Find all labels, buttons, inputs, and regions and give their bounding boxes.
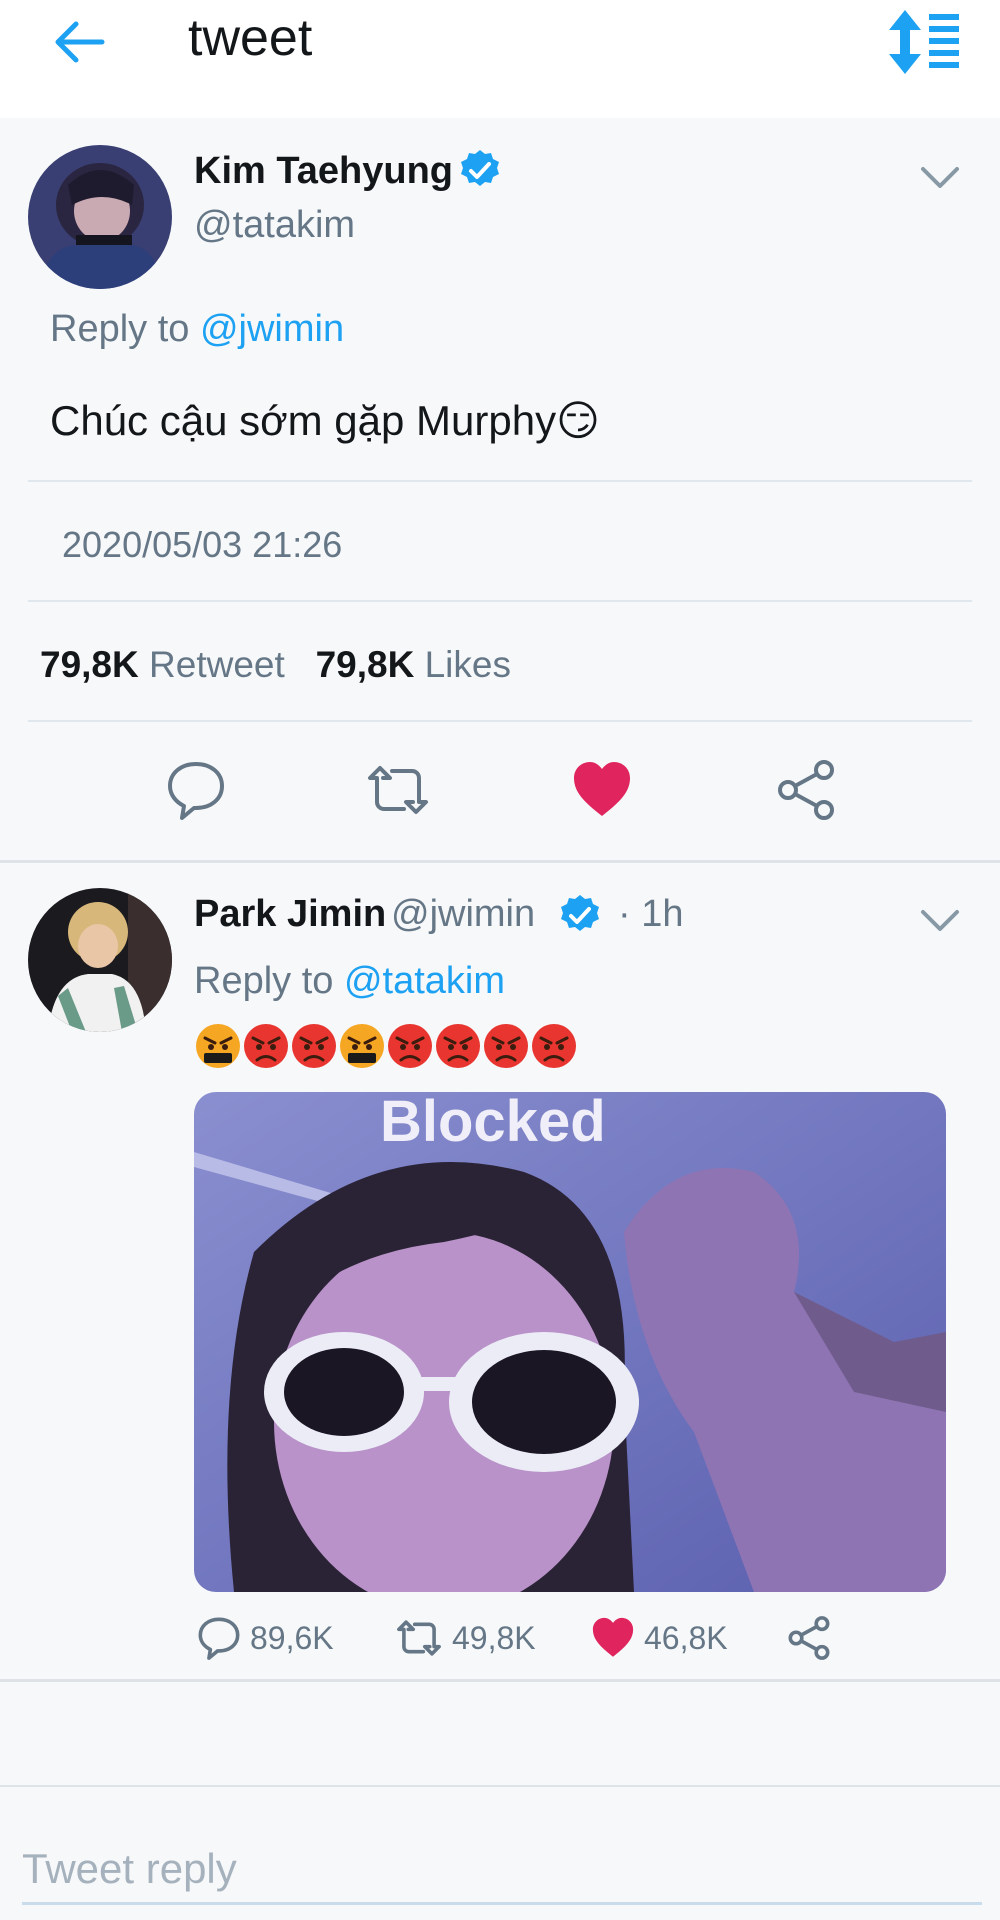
share-action[interactable] xyxy=(786,1610,832,1666)
reply-icon xyxy=(198,1617,240,1660)
face-with-symbols-emoji xyxy=(196,1024,240,1068)
angry-face-emoji xyxy=(292,1024,336,1068)
top-bar: tweet xyxy=(0,0,1000,118)
tweet-time: · 1h xyxy=(618,893,684,935)
reply-to-prefix: Reply to xyxy=(50,308,200,350)
avatar[interactable] xyxy=(28,888,172,1032)
reply-count: 89,6K xyxy=(250,1619,334,1656)
angry-face-emoji xyxy=(436,1024,480,1068)
tweet-timestamp: 2020/05/03 21:26 xyxy=(62,524,343,565)
retweet-count: 49,8K xyxy=(452,1619,536,1656)
like-heart-icon[interactable] xyxy=(570,758,634,822)
angry-face-emoji xyxy=(244,1024,288,1068)
divider xyxy=(28,480,972,482)
verified-badge-icon xyxy=(457,148,503,194)
reply-action[interactable]: 89,6K xyxy=(196,1610,334,1666)
back-arrow-icon[interactable] xyxy=(50,12,110,72)
divider xyxy=(28,720,972,722)
sort-thread-icon[interactable] xyxy=(885,8,961,76)
share-icon xyxy=(788,1616,830,1660)
page-title: tweet xyxy=(188,9,313,67)
face-with-symbols-emoji xyxy=(340,1024,384,1068)
retweet-count[interactable]: 79,8K xyxy=(40,644,139,685)
reply-to-link[interactable]: @jwimin xyxy=(200,308,344,350)
author-name[interactable]: Park Jimin xyxy=(194,893,386,936)
tweet-media-image[interactable] xyxy=(194,1092,946,1592)
angry-face-emoji xyxy=(532,1024,576,1068)
author-handle[interactable]: @jwimin xyxy=(391,893,535,936)
tweet-stats: 79,8K Retweet 79,8K Likes xyxy=(40,644,511,686)
reply-to-link[interactable]: @tatakim xyxy=(344,960,505,1002)
emoji-row xyxy=(194,1022,578,1070)
retweet-icon xyxy=(397,1620,441,1656)
tweet-text: Chúc cậu sớm gặp Murphy😏 xyxy=(50,397,600,444)
likes-label[interactable]: Likes xyxy=(425,644,511,685)
verified-badge-icon xyxy=(557,893,603,939)
like-count: 46,8K xyxy=(644,1619,728,1656)
divider xyxy=(28,600,972,602)
tweet-reply-input[interactable] xyxy=(22,1835,982,1905)
likes-count[interactable]: 79,8K xyxy=(316,644,415,685)
reply-icon[interactable] xyxy=(164,758,228,822)
reply-to-prefix: Reply to xyxy=(194,960,344,1002)
retweet-icon[interactable] xyxy=(366,758,430,822)
like-action[interactable]: 46,8K xyxy=(590,1610,728,1666)
angry-face-emoji xyxy=(484,1024,528,1068)
reply-to-line: Reply to @jwimin xyxy=(50,308,344,351)
author-name[interactable]: Kim Taehyung xyxy=(194,150,453,193)
angry-face-emoji xyxy=(388,1024,432,1068)
chevron-down-icon[interactable] xyxy=(920,906,960,936)
chevron-down-icon[interactable] xyxy=(920,163,960,193)
media-caption: Blocked xyxy=(380,1089,606,1154)
reply-to-line: Reply to @tatakim xyxy=(194,960,505,1003)
like-heart-icon xyxy=(592,1617,634,1657)
author-handle[interactable]: @tatakim xyxy=(194,204,355,247)
avatar[interactable] xyxy=(28,145,172,289)
share-icon[interactable] xyxy=(774,758,838,822)
retweet-action[interactable]: 49,8K xyxy=(394,1610,536,1666)
retweet-label[interactable]: Retweet xyxy=(149,644,285,685)
